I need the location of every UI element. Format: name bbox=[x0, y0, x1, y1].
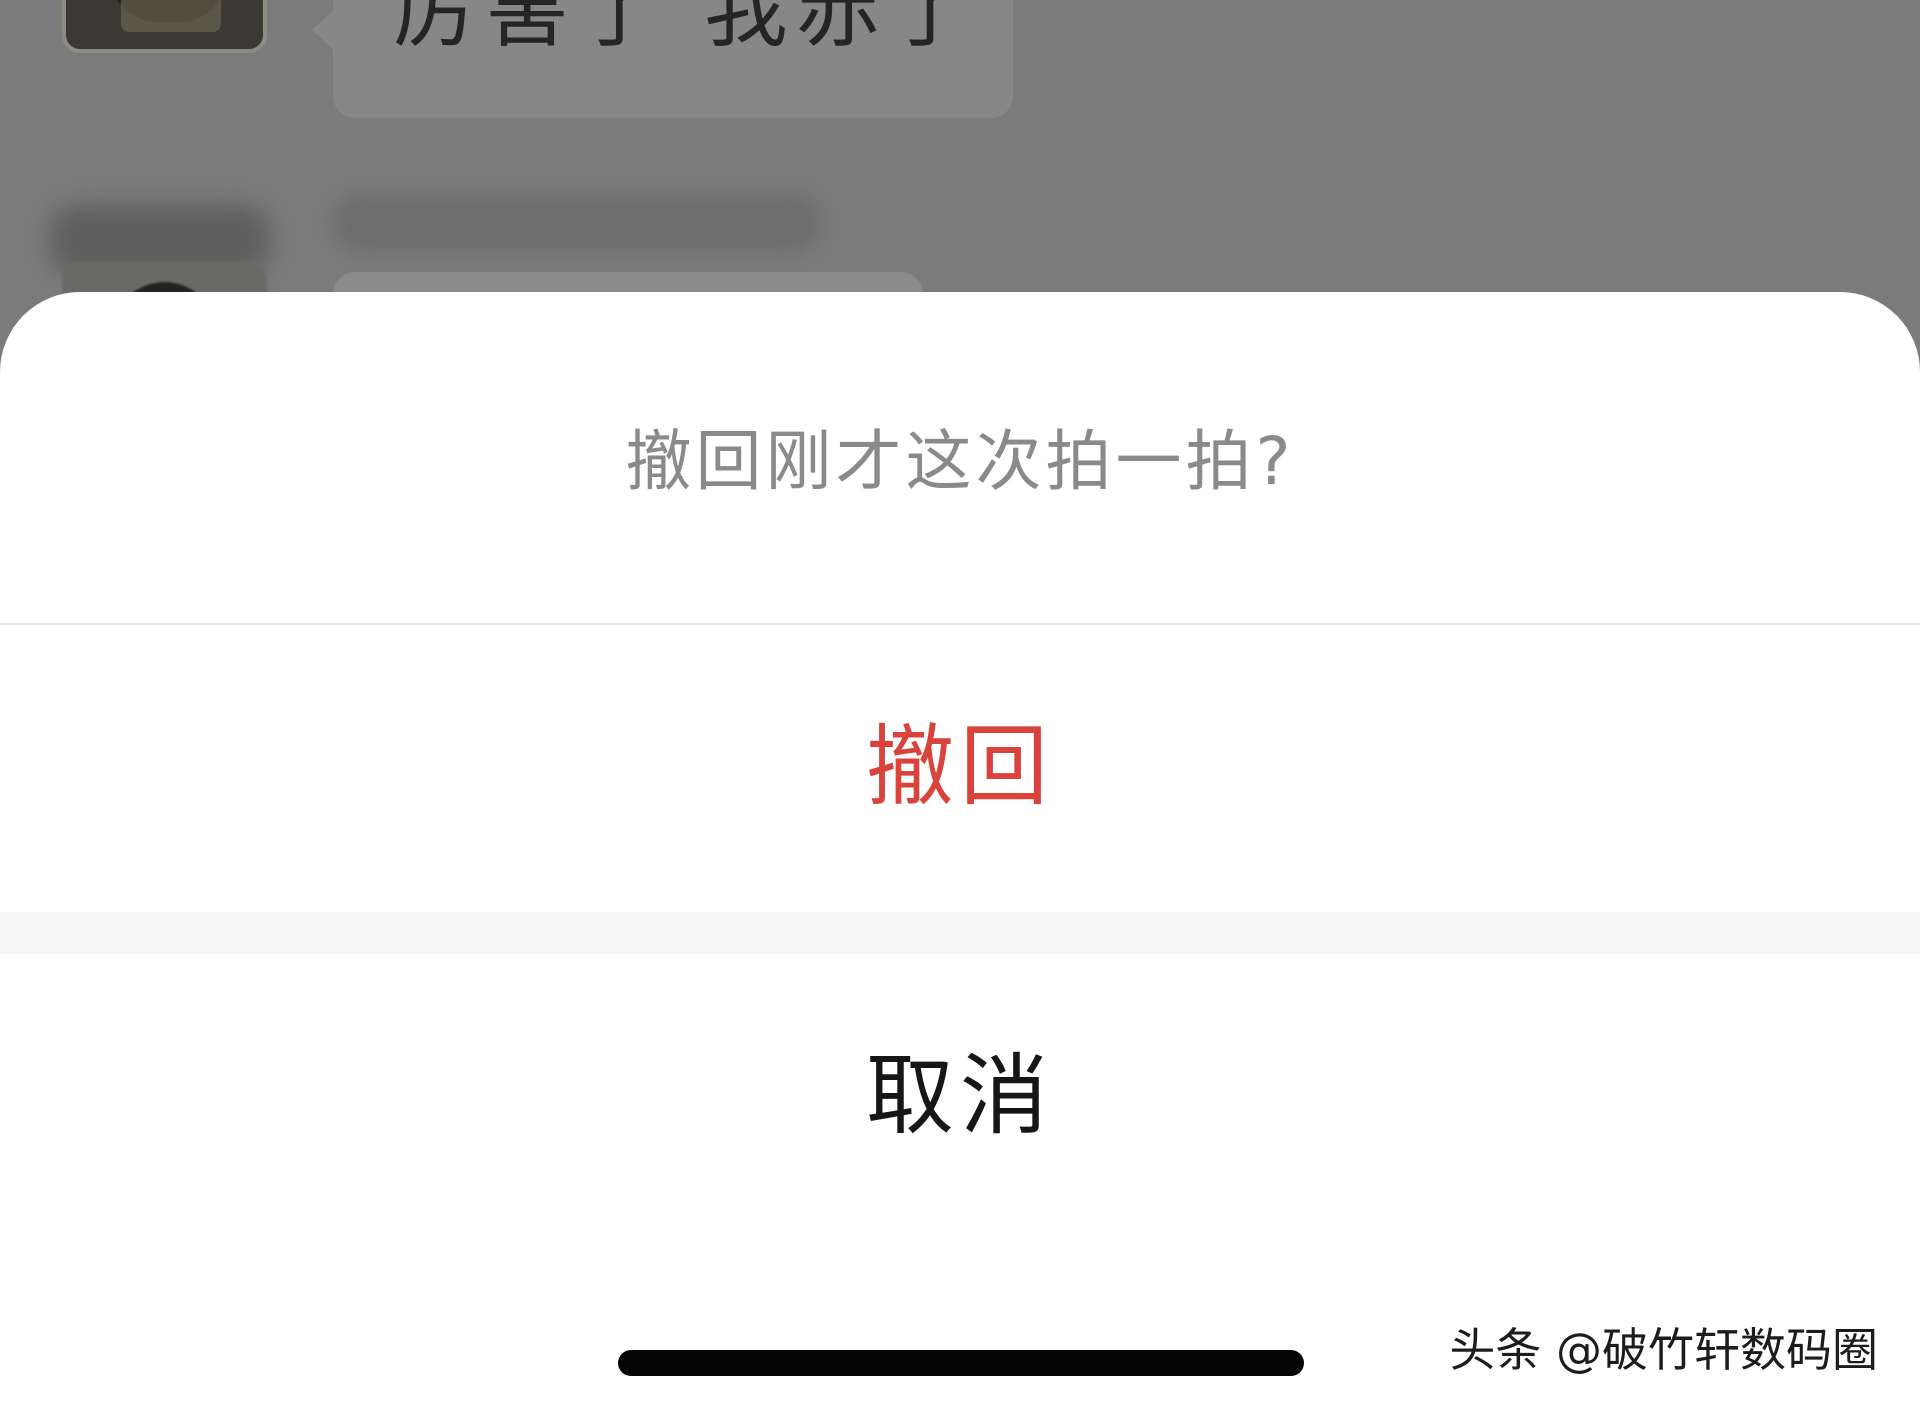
sender-avatar-icon bbox=[62, 0, 267, 53]
action-group-separator bbox=[0, 912, 1920, 954]
revoke-button[interactable]: 撤回 bbox=[0, 625, 1920, 903]
message-text: 厉害了 我赤了 bbox=[393, 0, 980, 59]
cancel-button[interactable]: 取消 bbox=[0, 954, 1920, 1229]
blurred-sender-name bbox=[332, 193, 822, 253]
source-watermark: 头条 @破竹轩数码圈 bbox=[1449, 1323, 1878, 1377]
revoke-pat-action-sheet: 撤回刚才这次拍一拍? 撤回 取消 头条 @破竹轩数码圈 bbox=[0, 292, 1920, 1415]
cancel-button-label: 取消 bbox=[865, 1043, 1054, 1147]
revoke-button-label: 撤回 bbox=[865, 715, 1054, 818]
home-indicator-bar[interactable] bbox=[618, 1350, 1304, 1376]
chat-background-overlay[interactable]: 厉害了 我赤了 bbox=[0, 0, 1920, 330]
action-sheet-title: 撤回刚才这次拍一拍? bbox=[625, 423, 1295, 500]
